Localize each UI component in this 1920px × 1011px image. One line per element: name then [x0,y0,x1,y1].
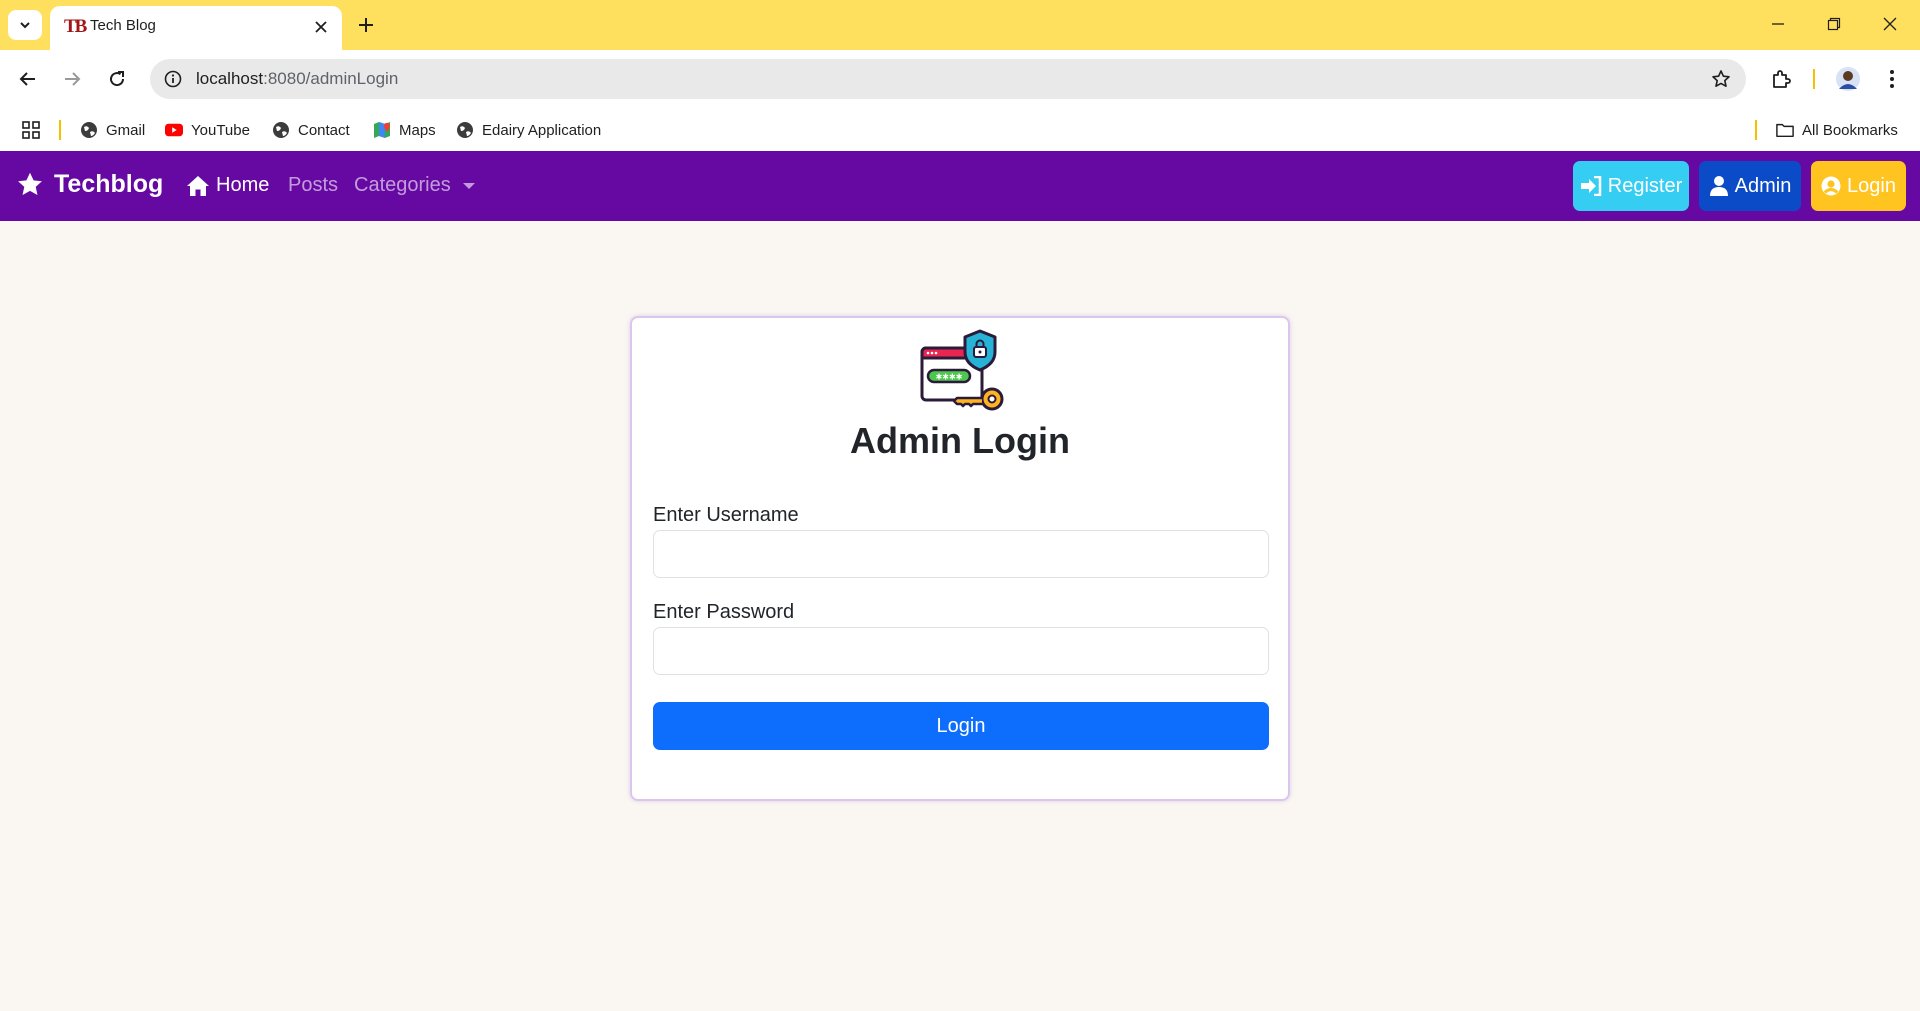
register-label: Register [1607,174,1683,197]
url-path: :8080/adminLogin [263,69,399,88]
globe-icon [80,121,98,139]
maps-icon [373,121,391,139]
password-input[interactable] [653,627,1269,675]
minimize-button[interactable] [1750,0,1806,48]
back-button[interactable] [12,63,44,95]
password-label: Enter Password [653,601,795,623]
globe-icon [272,121,290,139]
secure-login-icon: ✱✱✱✱ [920,329,1004,411]
bookmarks-bar: Gmail YouTube Contact Maps Edairy Applic… [0,108,1920,151]
caret-down-icon [462,182,475,189]
admin-login-card: ✱✱✱✱ Admin Login Enter Username Enter Pa… [630,316,1290,801]
home-icon [187,175,209,196]
restore-icon [1827,17,1841,31]
arrow-left-icon [19,72,35,86]
folder-icon [1776,121,1794,139]
nav-categories-label: Categories [354,174,451,196]
brand-link[interactable]: Techblog [16,170,163,199]
plus-icon [359,18,373,32]
nav-home[interactable]: Home [186,174,269,197]
bookmark-label: Edairy Application [482,121,602,139]
nav-home-label: Home [216,174,270,196]
star-icon [18,172,42,195]
reload-icon [110,71,125,87]
admin-label: Admin [1734,174,1792,197]
page-title: Admin Login [850,420,1070,461]
site-info-icon[interactable] [162,68,184,90]
address-bar[interactable]: localhost:8080/adminLogin [150,59,1746,99]
user-circle-icon [1821,176,1841,196]
toolbar-separator [1813,69,1815,89]
browser-tabstrip: TB Tech Blog [0,0,1920,50]
bookmark-gmail[interactable]: Gmail [80,118,145,142]
brand-name: Techblog [54,170,164,198]
browser-tab[interactable]: TB Tech Blog [50,6,342,50]
bookmark-label: Maps [399,121,436,139]
nav-categories-dropdown[interactable]: Categories [354,174,475,197]
url-host: localhost [196,69,264,88]
user-icon [1709,176,1728,196]
tab-search-button[interactable] [8,10,42,40]
username-input[interactable] [653,530,1269,578]
login-submit-button[interactable]: Login [653,702,1269,750]
admin-button[interactable]: Admin [1699,161,1801,211]
close-icon [315,21,327,33]
all-bookmarks-label: All Bookmarks [1802,121,1898,139]
sign-in-icon [1580,176,1601,196]
svg-text:✱✱✱✱: ✱✱✱✱ [936,373,963,382]
tab-title: Tech Blog [90,17,156,34]
tab-favicon: TB [64,16,87,37]
nav-posts-label: Posts [288,174,339,196]
login-nav-label: Login [1847,174,1896,197]
arrow-right-icon [65,72,81,86]
reload-button[interactable] [101,63,133,95]
restore-button[interactable] [1806,0,1862,48]
bookmark-label: YouTube [191,121,250,139]
apps-icon[interactable] [22,118,40,142]
chevron-down-icon [20,22,30,29]
bookmark-maps[interactable]: Maps [373,118,436,142]
bookmark-label: Gmail [106,121,146,139]
bookmark-youtube[interactable]: YouTube [165,118,250,142]
site-navbar: Techblog Home Posts Categories Register … [0,151,1920,221]
close-window-button[interactable] [1862,0,1918,48]
username-label: Enter Username [653,504,799,526]
bookmarks-separator [1755,120,1757,140]
bookmark-contact[interactable]: Contact [272,118,350,142]
forward-button[interactable] [56,63,88,95]
browser-menu-icon[interactable] [1876,63,1908,95]
globe-icon [456,121,474,139]
browser-toolbar: localhost:8080/adminLogin [0,50,1920,108]
tab-close-button[interactable] [310,16,332,38]
close-icon [1883,17,1897,31]
login-nav-button[interactable]: Login [1811,161,1906,211]
profile-avatar[interactable] [1832,63,1864,95]
minimize-icon [1772,23,1784,25]
bookmark-label: Contact [298,121,350,139]
nav-posts[interactable]: Posts [288,174,338,197]
bookmarks-separator [59,120,61,140]
bookmark-edairy[interactable]: Edairy Application [456,118,601,142]
all-bookmarks[interactable]: All Bookmarks [1776,118,1898,142]
bookmark-star-icon[interactable] [1710,68,1732,90]
register-button[interactable]: Register [1573,161,1689,211]
youtube-icon [165,121,183,139]
extensions-icon[interactable] [1765,63,1797,95]
address-url[interactable]: localhost:8080/adminLogin [196,69,398,89]
new-tab-button[interactable] [352,11,380,39]
